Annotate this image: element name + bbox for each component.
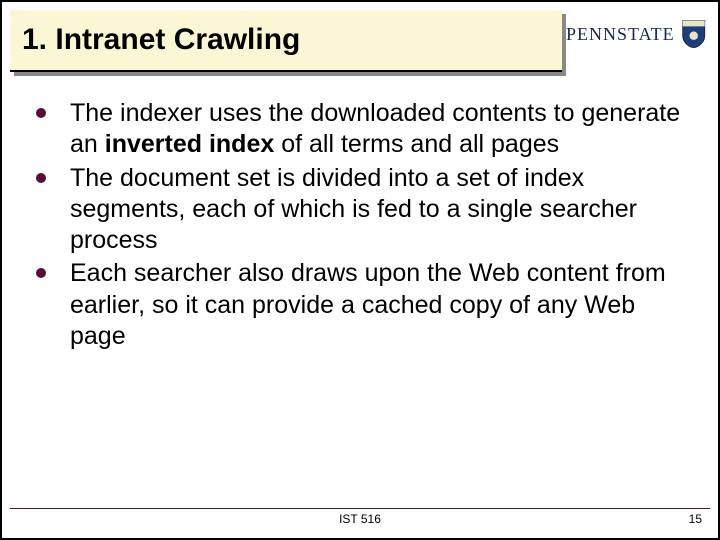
bullet-text: Each searcher also draws upon the Web co…: [70, 258, 690, 352]
bullet-icon: [36, 173, 46, 183]
logo-text: PENNSTATE: [566, 24, 675, 45]
slide: 1. Intranet Crawling PENNSTATE The index…: [0, 0, 720, 540]
slide-title: 1. Intranet Crawling: [22, 23, 300, 57]
list-item: Each searcher also draws upon the Web co…: [30, 258, 690, 352]
bullet-text: The document set is divided into a set o…: [70, 163, 690, 257]
footer: IST 516 15: [2, 508, 718, 532]
footer-course: IST 516: [2, 512, 718, 526]
bullet-icon: [36, 108, 46, 118]
pennstate-logo: PENNSTATE: [566, 8, 706, 60]
shield-icon: [681, 16, 706, 52]
footer-divider: [10, 508, 710, 509]
bullet-text: The indexer uses the downloaded contents…: [70, 98, 690, 161]
bullet-list: The indexer uses the downloaded contents…: [30, 98, 690, 352]
page-number: 15: [689, 512, 702, 526]
list-item: The document set is divided into a set o…: [30, 163, 690, 257]
list-item: The indexer uses the downloaded contents…: [30, 98, 690, 161]
bullet-icon: [36, 268, 46, 278]
title-box: 1. Intranet Crawling: [10, 10, 562, 72]
body-content: The indexer uses the downloaded contents…: [30, 98, 690, 354]
